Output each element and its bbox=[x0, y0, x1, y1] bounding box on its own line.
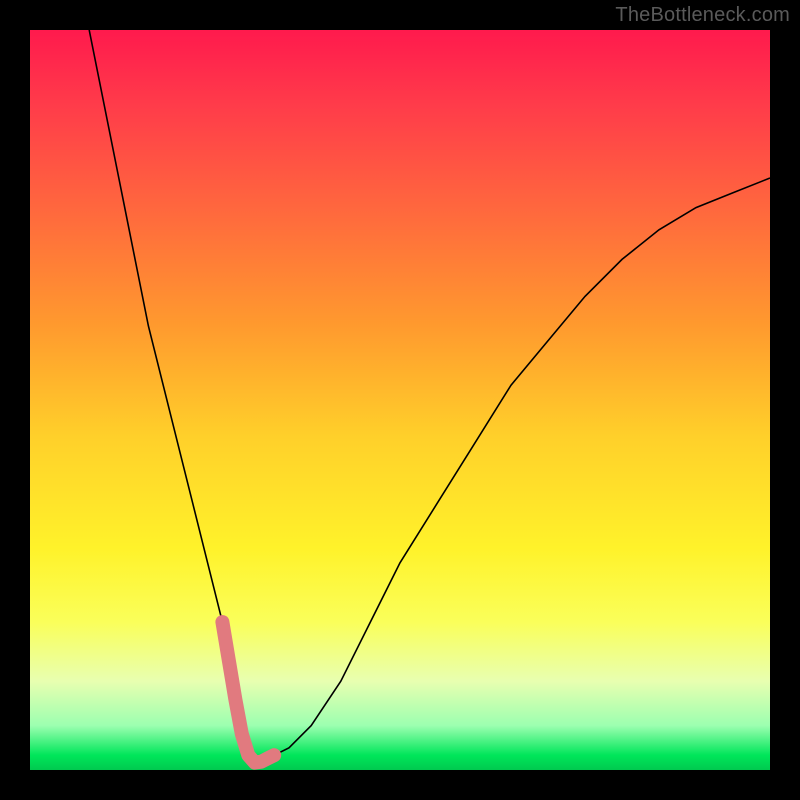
highlight-marker bbox=[222, 622, 274, 763]
bottleneck-curve bbox=[89, 30, 770, 763]
watermark-text: TheBottleneck.com bbox=[615, 4, 790, 27]
chart-svg bbox=[30, 30, 770, 770]
